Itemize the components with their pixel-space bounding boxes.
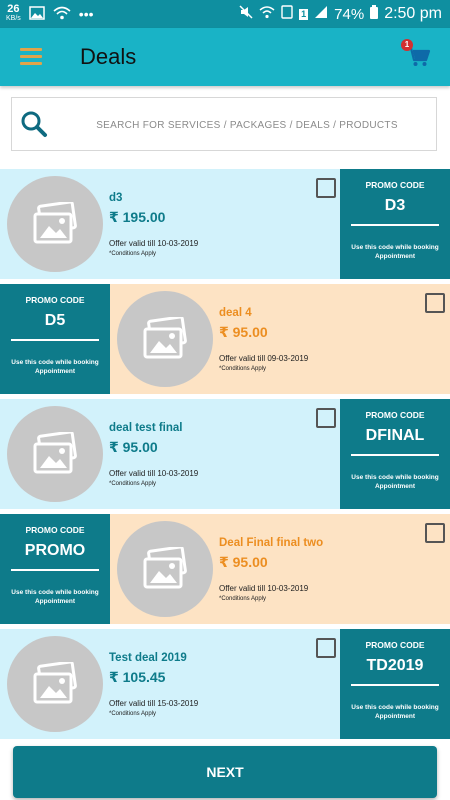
conditions-text: *Conditions Apply [109,481,157,487]
promo-code: DFINAL [365,427,425,444]
battery-percent: 74% [334,5,365,23]
app-bar: Deals 1 [0,28,450,86]
deal-checkbox[interactable] [316,408,336,428]
deal-card[interactable]: PROMO CODE D5 Use this code while bookin… [0,284,450,394]
promo-divider [351,454,439,456]
offer-validity: Offer valid till 10-03-2019 [109,469,199,478]
status-bar: 26 KB/s ••• 1 74% 2:50 pm [0,0,450,28]
wifi-signal-icon [259,5,275,23]
promo-label: PROMO CODE [25,295,85,305]
sim-icon: 1 [299,8,309,20]
promo-code: D5 [44,312,66,329]
promo-code-panel: PROMO CODE PROMO Use this code while boo… [0,514,110,624]
battery-icon [370,5,379,23]
offer-validity: Offer valid till 10-03-2019 [109,239,199,248]
deal-details: d3 ₹ 195.00 Offer valid till 10-03-2019 … [0,169,340,279]
promo-divider [11,569,99,571]
promo-divider [11,339,99,341]
promo-note: Use this code while booking Appointment [11,359,99,375]
promo-divider [351,224,439,226]
deal-card[interactable]: deal test final ₹ 95.00 Offer valid till… [0,399,450,509]
deal-checkbox[interactable] [425,523,445,543]
deal-name: Test deal 2019 [109,652,187,664]
phone-signal-icon [281,5,293,23]
promo-code: D3 [384,197,406,214]
offer-validity: Offer valid till 15-03-2019 [109,699,199,708]
deal-image [7,406,103,502]
cell-signal-icon [314,5,328,23]
cart-icon[interactable]: 1 [401,39,432,70]
gallery-icon [29,5,45,23]
promo-code-panel: PROMO CODE DFINAL Use this code while bo… [340,399,450,509]
search-input[interactable] [62,98,432,152]
promo-note: Use this code while booking Appointment [351,244,439,260]
promo-code: TD2019 [366,657,424,674]
next-button[interactable]: NEXT [13,746,437,798]
deal-card[interactable]: Test deal 2019 ₹ 105.45 Offer valid till… [0,629,450,739]
mute-icon [239,5,253,23]
deal-checkbox[interactable] [316,638,336,658]
offer-validity: Offer valid till 09-03-2019 [219,354,309,363]
deal-image [7,176,103,272]
deal-image [117,521,213,617]
deal-checkbox[interactable] [316,178,336,198]
deal-name: deal test final [109,422,183,434]
promo-code-panel: PROMO CODE TD2019 Use this code while bo… [340,629,450,739]
search-bar [11,97,437,152]
deal-image [7,636,103,732]
deal-details: deal test final ₹ 95.00 Offer valid till… [0,399,340,509]
conditions-text: *Conditions Apply [219,596,267,602]
deal-price: ₹ 95.00 [219,554,268,570]
deal-details: Deal Final final two ₹ 95.00 Offer valid… [110,514,450,624]
deal-details: deal 4 ₹ 95.00 Offer valid till 09-03-20… [110,284,450,394]
promo-label: PROMO CODE [365,410,425,420]
deal-checkbox[interactable] [425,293,445,313]
conditions-text: *Conditions Apply [109,711,157,717]
deal-details: Test deal 2019 ₹ 105.45 Offer valid till… [0,629,340,739]
clock: 2:50 pm [384,5,442,22]
promo-code-panel: PROMO CODE D3 Use this code while bookin… [340,169,450,279]
promo-label: PROMO CODE [365,180,425,190]
conditions-text: *Conditions Apply [109,251,157,257]
menu-icon[interactable] [20,48,42,66]
dots-icon: ••• [78,6,94,22]
promo-divider [351,684,439,686]
network-speed: 26 KB/s [6,4,21,24]
deal-name: d3 [109,192,123,204]
cart-badge: 1 [401,39,413,51]
promo-label: PROMO CODE [25,525,85,535]
deal-card[interactable]: PROMO CODE PROMO Use this code while boo… [0,514,450,624]
promo-code: PROMO [24,542,86,559]
search-icon[interactable] [20,110,48,138]
conditions-text: *Conditions Apply [219,366,267,372]
deal-image [117,291,213,387]
wifi-icon [53,6,71,23]
deal-price: ₹ 195.00 [109,209,166,225]
deal-name: deal 4 [219,307,252,319]
promo-label: PROMO CODE [365,640,425,650]
deal-card[interactable]: d3 ₹ 195.00 Offer valid till 10-03-2019 … [0,169,450,279]
deal-name: Deal Final final two [219,537,324,549]
promo-note: Use this code while booking Appointment [351,704,439,720]
promo-note: Use this code while booking Appointment [351,474,439,490]
deal-price: ₹ 105.45 [109,669,166,685]
network-speed-unit: KB/s [6,15,21,22]
page-title: Deals [80,44,137,69]
offer-validity: Offer valid till 10-03-2019 [219,584,309,593]
deal-price: ₹ 95.00 [109,439,158,455]
deal-price: ₹ 95.00 [219,324,268,340]
promo-code-panel: PROMO CODE D5 Use this code while bookin… [0,284,110,394]
promo-note: Use this code while booking Appointment [11,589,99,605]
